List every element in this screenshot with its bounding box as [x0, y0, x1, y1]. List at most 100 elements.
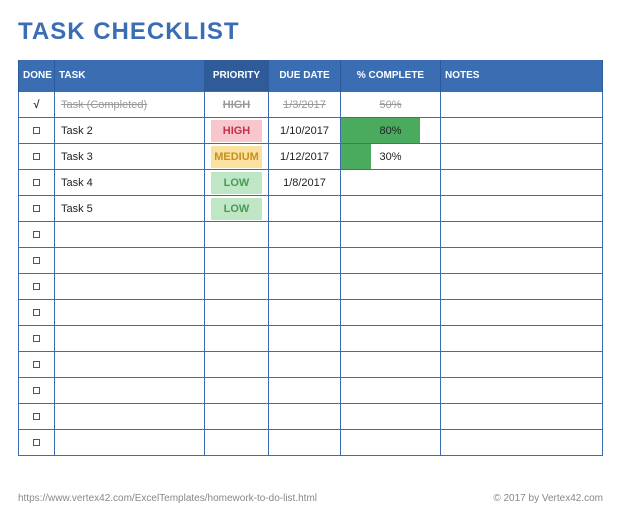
notes-cell[interactable] — [441, 378, 603, 404]
priority-cell[interactable] — [205, 248, 269, 274]
priority-cell[interactable] — [205, 326, 269, 352]
due-date-cell[interactable] — [269, 326, 341, 352]
due-date-cell[interactable] — [269, 196, 341, 222]
pct-complete-cell[interactable] — [341, 300, 441, 326]
due-date-cell[interactable] — [269, 248, 341, 274]
done-cell[interactable] — [19, 196, 55, 222]
task-cell[interactable] — [55, 352, 205, 378]
table-row — [19, 248, 603, 274]
pct-complete-cell[interactable] — [341, 170, 441, 196]
done-cell[interactable] — [19, 326, 55, 352]
task-cell[interactable]: Task 5 — [55, 196, 205, 222]
due-date-cell[interactable]: 1/8/2017 — [269, 170, 341, 196]
notes-cell[interactable] — [441, 170, 603, 196]
pct-label: 50% — [347, 93, 434, 117]
priority-cell[interactable] — [205, 430, 269, 456]
pct-complete-cell[interactable] — [341, 326, 441, 352]
done-cell[interactable] — [19, 248, 55, 274]
pct-complete-cell[interactable]: 30% — [341, 144, 441, 170]
pct-complete-cell[interactable] — [341, 352, 441, 378]
notes-cell[interactable] — [441, 326, 603, 352]
task-cell[interactable] — [55, 248, 205, 274]
notes-cell[interactable] — [441, 404, 603, 430]
done-cell[interactable] — [19, 404, 55, 430]
col-notes: NOTES — [441, 60, 603, 92]
notes-cell[interactable] — [441, 144, 603, 170]
task-cell[interactable]: Task 2 — [55, 118, 205, 144]
priority-cell[interactable] — [205, 378, 269, 404]
pct-complete-cell[interactable] — [341, 222, 441, 248]
due-date-cell[interactable] — [269, 430, 341, 456]
priority-cell[interactable] — [205, 222, 269, 248]
priority-badge: MEDIUM — [211, 146, 262, 168]
table-header-row: DONE TASK PRIORITY DUE DATE % COMPLETE N… — [19, 60, 603, 92]
done-cell[interactable]: √ — [19, 92, 55, 118]
due-date-cell[interactable]: 1/12/2017 — [269, 144, 341, 170]
checkbox-icon — [33, 153, 40, 160]
pct-label: 80% — [347, 119, 434, 143]
table-row — [19, 326, 603, 352]
pct-complete-cell[interactable] — [341, 274, 441, 300]
pct-complete-cell[interactable] — [341, 430, 441, 456]
priority-cell[interactable]: LOW — [205, 170, 269, 196]
task-cell[interactable]: Task 4 — [55, 170, 205, 196]
due-date-cell[interactable] — [269, 404, 341, 430]
task-cell[interactable] — [55, 404, 205, 430]
priority-cell[interactable] — [205, 352, 269, 378]
priority-cell[interactable]: HIGH — [205, 92, 269, 118]
notes-cell[interactable] — [441, 300, 603, 326]
done-cell[interactable] — [19, 274, 55, 300]
task-cell[interactable]: Task 3 — [55, 144, 205, 170]
done-cell[interactable] — [19, 300, 55, 326]
due-date-cell[interactable] — [269, 352, 341, 378]
notes-cell[interactable] — [441, 196, 603, 222]
due-date-cell[interactable] — [269, 378, 341, 404]
done-cell[interactable] — [19, 222, 55, 248]
due-date-cell[interactable] — [269, 222, 341, 248]
task-cell[interactable] — [55, 222, 205, 248]
checkbox-icon — [33, 231, 40, 238]
priority-cell[interactable] — [205, 404, 269, 430]
task-cell[interactable] — [55, 378, 205, 404]
priority-cell[interactable]: MEDIUM — [205, 144, 269, 170]
pct-complete-cell[interactable] — [341, 404, 441, 430]
priority-cell[interactable]: HIGH — [205, 118, 269, 144]
done-cell[interactable] — [19, 430, 55, 456]
pct-complete-cell[interactable]: 50% — [341, 92, 441, 118]
task-cell[interactable] — [55, 430, 205, 456]
pct-complete-cell[interactable] — [341, 378, 441, 404]
notes-cell[interactable] — [441, 274, 603, 300]
done-cell[interactable] — [19, 352, 55, 378]
done-cell[interactable] — [19, 118, 55, 144]
notes-cell[interactable] — [441, 222, 603, 248]
notes-cell[interactable] — [441, 92, 603, 118]
notes-cell[interactable] — [441, 118, 603, 144]
priority-badge — [211, 386, 262, 396]
task-cell[interactable] — [55, 326, 205, 352]
checkbox-icon — [33, 179, 40, 186]
pct-complete-cell[interactable]: 80% — [341, 118, 441, 144]
done-cell[interactable] — [19, 170, 55, 196]
task-cell[interactable] — [55, 300, 205, 326]
done-cell[interactable] — [19, 144, 55, 170]
checkbox-icon — [33, 283, 40, 290]
notes-cell[interactable] — [441, 248, 603, 274]
priority-cell[interactable] — [205, 274, 269, 300]
due-date-cell[interactable]: 1/10/2017 — [269, 118, 341, 144]
priority-badge — [211, 360, 262, 370]
due-date-cell[interactable]: 1/3/2017 — [269, 92, 341, 118]
priority-badge — [211, 334, 262, 344]
priority-cell[interactable]: LOW — [205, 196, 269, 222]
priority-cell[interactable] — [205, 300, 269, 326]
pct-complete-cell[interactable] — [341, 248, 441, 274]
notes-cell[interactable] — [441, 352, 603, 378]
page-title: TASK CHECKLIST — [0, 0, 621, 60]
table-row — [19, 378, 603, 404]
task-cell[interactable] — [55, 274, 205, 300]
notes-cell[interactable] — [441, 430, 603, 456]
due-date-cell[interactable] — [269, 300, 341, 326]
done-cell[interactable] — [19, 378, 55, 404]
due-date-cell[interactable] — [269, 274, 341, 300]
pct-complete-cell[interactable] — [341, 196, 441, 222]
task-cell[interactable]: Task (Completed) — [55, 92, 205, 118]
